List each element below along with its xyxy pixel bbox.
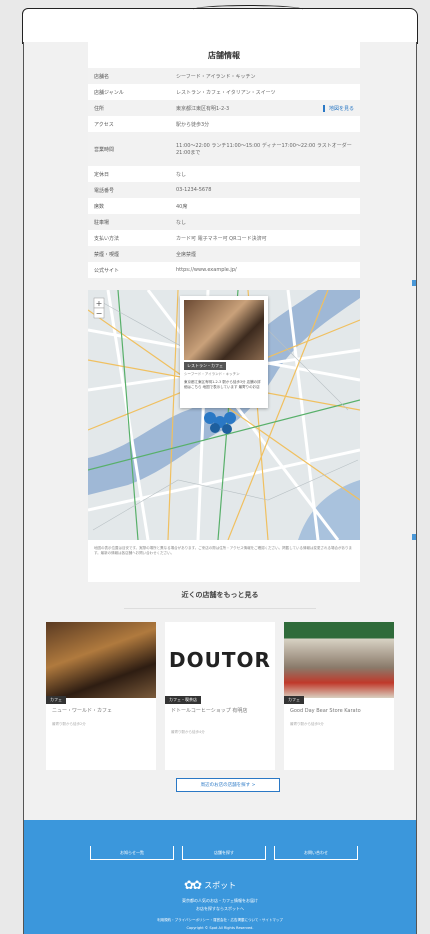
info-row: 店舗ジャンル レストラン・カフェ・イタリアン・スイーツ (88, 84, 360, 100)
scroll-marker (412, 534, 416, 540)
find-nearby-button[interactable]: 周辺のお店の店舗を探す > (176, 778, 280, 792)
svg-text:+: + (96, 299, 103, 308)
view-map-link[interactable]: 地図を見る (322, 104, 354, 112)
info-row: 公式サイト https://www.example.jp/ (88, 262, 360, 278)
info-value: レストラン・カフェ・イタリアン・スイーツ (176, 89, 276, 96)
official-site-link[interactable]: https://www.example.jp/ (170, 262, 360, 278)
frame-right-edge (416, 42, 417, 934)
page: 店舗情報 店舗名 シーフード・アイランド・キッチン 店舗ジャンル レストラン・カ… (24, 42, 416, 934)
shop-photo (46, 622, 156, 698)
copyright: Copyright © Spot All Rights Reserved. (186, 926, 254, 930)
shop-photo: DOUTOR (165, 622, 275, 698)
info-value: なし (170, 214, 360, 230)
nearby-shop-card[interactable]: カフェ ニュー・ワールド・カフェ 最寄り駅から徒歩2分 (46, 622, 156, 770)
info-key: 店舗名 (88, 68, 170, 84)
footer-logo[interactable]: ✿✿ スポット (184, 878, 236, 892)
popup-store-photo (184, 300, 264, 360)
info-row: 定休日 なし (88, 166, 360, 182)
address-text: 東京都江東区有明1-2-3 (176, 105, 230, 112)
info-key: 禁煙・喫煙 (88, 246, 170, 262)
info-value: 全席禁煙 (170, 246, 360, 262)
info-row: 支払い方法 カード可 電子マネー可 QRコード決済可 (88, 230, 360, 246)
map-popup[interactable]: レストラン・カフェ シーフード・アイランド・キッチン 東京都江東区有明1-2-3… (180, 296, 268, 408)
map-zoom-controls[interactable]: + − (93, 297, 105, 319)
store-info-table: 店舗名 シーフード・アイランド・キッチン 店舗ジャンル レストラン・カフェ・イタ… (88, 68, 360, 278)
footer-tagline-sub: お店を探すならスポットへ (196, 906, 244, 911)
logo-text: スポット (204, 880, 237, 890)
info-row: アクセス 駅から徒歩3分 (88, 116, 360, 132)
map[interactable]: + − レストラン・カフェ シーフード・アイランド・キッチン 東京都江東区有明1… (88, 290, 360, 540)
nearby-shop-card[interactable]: DOUTOR カフェ・喫茶店 ドトールコーヒーショップ 有明店 最寄り駅から徒歩… (165, 622, 275, 770)
map-disclaimer: 地図の表示位置は目安です。実際の場所と異なる場合があります。ご来店の際は住所・ア… (88, 540, 360, 582)
info-value: カード可 電子マネー可 QRコード決済可 (176, 235, 267, 242)
footer: お知らせ一覧 店舗を探す お問い合わせ ✿✿ スポット 東京都の人気のお店・カフ… (24, 820, 416, 934)
footer-tab-search[interactable]: 店舗を探す (182, 846, 266, 860)
scroll-marker (412, 280, 416, 286)
info-key: 定休日 (94, 171, 110, 178)
info-row: 営業時間 11:00〜22:00 ランチ11:00〜15:00 ディナー17:0… (88, 132, 360, 166)
shop-category-badge: カフェ (46, 696, 66, 704)
footer-tab-contact[interactable]: お問い合わせ (274, 846, 358, 860)
footer-tab-news[interactable]: お知らせ一覧 (90, 846, 174, 860)
shop-name: ニュー・ワールド・カフェ (52, 708, 113, 714)
store-info-title: 店舗情報 (208, 50, 240, 60)
footer-tagline: 東京都の人気のお店・カフェ情報をお届け (182, 898, 258, 903)
footer-links[interactable]: 利用規約・プライバシーポリシー・運営会社・広告掲載について・サイトマップ (24, 918, 416, 923)
info-value: シーフード・アイランド・キッチン (170, 68, 360, 84)
header-bar (22, 5, 418, 44)
info-value: 40席 (176, 203, 188, 210)
popup-category-badge: レストラン・カフェ (184, 362, 226, 370)
info-key: 支払い方法 (94, 235, 120, 242)
info-row: 禁煙・喫煙 全席禁煙 (88, 246, 360, 262)
info-key: 席数 (94, 203, 105, 210)
info-row: 駐車場 なし (88, 214, 360, 230)
info-value: 03-1234-5678 (170, 182, 360, 198)
shop-distance: 最寄り駅から徒歩5分 (290, 722, 324, 726)
info-row: 住所 東京都江東区有明1-2-3 地図を見る (88, 100, 360, 116)
svg-text:−: − (96, 309, 103, 318)
info-key: 電話番号 (88, 182, 170, 198)
popup-store-name: シーフード・アイランド・キッチン (184, 372, 240, 376)
shop-photo (284, 622, 394, 698)
shop-category-badge: カフェ・喫茶店 (165, 696, 201, 704)
doutor-logo: DOUTOR (169, 648, 271, 672)
info-key: 営業時間 (88, 132, 170, 166)
shop-name: ドトールコーヒーショップ 有明店 (171, 708, 248, 714)
info-value-address: 東京都江東区有明1-2-3 地図を見る (170, 100, 360, 116)
info-key: 店舗ジャンル (94, 89, 124, 96)
info-key: 公式サイト (94, 267, 120, 274)
shop-distance: 最寄り駅から徒歩2分 (52, 722, 86, 726)
section-divider (124, 608, 316, 609)
info-row: 店舗名 シーフード・アイランド・キッチン (88, 68, 360, 84)
info-row: 席数 40席 (88, 198, 360, 214)
info-row: 電話番号 03-1234-5678 (88, 182, 360, 198)
shop-category-badge: カフェ (284, 696, 304, 704)
shop-distance: 最寄り駅から徒歩4分 (171, 730, 205, 734)
nearby-section-title: 近くの店舗をもっと見る (181, 591, 259, 599)
info-key: アクセス (94, 121, 114, 128)
logo-icon: ✿✿ (184, 878, 202, 892)
popup-description: 東京都江東区有明1-2-3 駅から徒歩3分 店舗の詳細はこちら 地図で表示してい… (184, 380, 261, 389)
shop-name: Good Day Bear Store Karato (290, 708, 361, 714)
nearby-shop-card[interactable]: カフェ Good Day Bear Store Karato 最寄り駅から徒歩5… (284, 622, 394, 770)
info-key: 住所 (88, 100, 170, 116)
info-key: 駐車場 (88, 214, 170, 230)
store-info-card: 店舗情報 店舗名 シーフード・アイランド・キッチン 店舗ジャンル レストラン・カ… (88, 42, 360, 278)
info-value: なし (176, 171, 187, 178)
info-value: 駅から徒歩3分 (176, 121, 210, 128)
info-value: 11:00〜22:00 ランチ11:00〜15:00 ディナー17:00〜22:… (170, 132, 360, 166)
